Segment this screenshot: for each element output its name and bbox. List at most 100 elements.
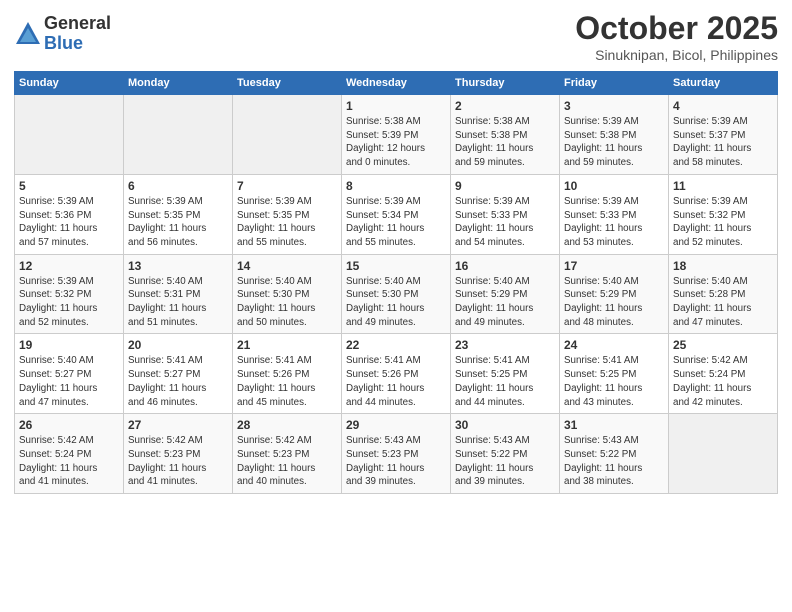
day-info: Sunrise: 5:38 AM Sunset: 5:39 PM Dayligh… xyxy=(346,115,446,170)
calendar-cell: 12 Sunrise: 5:39 AM Sunset: 5:32 PM Dayli… xyxy=(15,254,124,334)
calendar-cell: 15 Sunrise: 5:40 AM Sunset: 5:30 PM Dayli… xyxy=(342,254,451,334)
day-number: 24 xyxy=(564,338,664,352)
calendar-cell: 7 Sunrise: 5:39 AM Sunset: 5:35 PM Daylig… xyxy=(233,174,342,254)
day-info: Sunrise: 5:40 AM Sunset: 5:31 PM Dayligh… xyxy=(128,275,228,330)
calendar-cell xyxy=(124,95,233,175)
day-number: 17 xyxy=(564,259,664,273)
calendar-cell: 18 Sunrise: 5:40 AM Sunset: 5:28 PM Dayli… xyxy=(669,254,778,334)
day-number: 1 xyxy=(346,99,446,113)
day-info: Sunrise: 5:38 AM Sunset: 5:38 PM Dayligh… xyxy=(455,115,555,170)
calendar-week-2: 5Sunrise: 5:39 AM Sunset: 5:36 PM Daylig… xyxy=(15,174,778,254)
day-info: Sunrise: 5:39 AM Sunset: 5:35 PM Dayligh… xyxy=(237,195,337,250)
day-number: 31 xyxy=(564,418,664,432)
col-tuesday: Tuesday xyxy=(233,72,342,95)
calendar-cell: 20Sunrise: 5:41 AM Sunset: 5:27 PM Dayli… xyxy=(124,334,233,414)
calendar-cell: 14 Sunrise: 5:40 AM Sunset: 5:30 PM Dayli… xyxy=(233,254,342,334)
day-number: 29 xyxy=(346,418,446,432)
calendar-cell: 5Sunrise: 5:39 AM Sunset: 5:36 PM Daylig… xyxy=(15,174,124,254)
calendar-cell: 9 Sunrise: 5:39 AM Sunset: 5:33 PM Daylig… xyxy=(451,174,560,254)
calendar-cell: 10 Sunrise: 5:39 AM Sunset: 5:33 PM Dayli… xyxy=(560,174,669,254)
day-info: Sunrise: 5:40 AM Sunset: 5:28 PM Dayligh… xyxy=(673,275,773,330)
calendar-cell: 17 Sunrise: 5:40 AM Sunset: 5:29 PM Dayli… xyxy=(560,254,669,334)
logo-general-text: General xyxy=(44,14,111,34)
day-number: 3 xyxy=(564,99,664,113)
calendar-week-5: 26Sunrise: 5:42 AM Sunset: 5:24 PM Dayli… xyxy=(15,414,778,494)
day-number: 25 xyxy=(673,338,773,352)
calendar-cell: 4 Sunrise: 5:39 AM Sunset: 5:37 PM Daylig… xyxy=(669,95,778,175)
calendar-cell xyxy=(669,414,778,494)
day-number: 21 xyxy=(237,338,337,352)
col-wednesday: Wednesday xyxy=(342,72,451,95)
page-container: General Blue October 2025 Sinuknipan, Bi… xyxy=(0,0,792,504)
day-info: Sunrise: 5:42 AM Sunset: 5:24 PM Dayligh… xyxy=(673,354,773,409)
logo: General Blue xyxy=(14,14,111,54)
day-info: Sunrise: 5:42 AM Sunset: 5:23 PM Dayligh… xyxy=(237,434,337,489)
calendar-body: 1 Sunrise: 5:38 AM Sunset: 5:39 PM Daylig… xyxy=(15,95,778,494)
calendar-week-3: 12 Sunrise: 5:39 AM Sunset: 5:32 PM Dayli… xyxy=(15,254,778,334)
day-number: 12 xyxy=(19,259,119,273)
day-info: Sunrise: 5:41 AM Sunset: 5:26 PM Dayligh… xyxy=(346,354,446,409)
day-number: 23 xyxy=(455,338,555,352)
calendar-cell: 22 Sunrise: 5:41 AM Sunset: 5:26 PM Dayli… xyxy=(342,334,451,414)
col-thursday: Thursday xyxy=(451,72,560,95)
calendar-cell: 25 Sunrise: 5:42 AM Sunset: 5:24 PM Dayli… xyxy=(669,334,778,414)
logo-blue-text: Blue xyxy=(44,34,111,54)
calendar-cell: 31 Sunrise: 5:43 AM Sunset: 5:22 PM Dayli… xyxy=(560,414,669,494)
day-number: 7 xyxy=(237,179,337,193)
day-info: Sunrise: 5:40 AM Sunset: 5:29 PM Dayligh… xyxy=(564,275,664,330)
calendar-cell: 26Sunrise: 5:42 AM Sunset: 5:24 PM Dayli… xyxy=(15,414,124,494)
calendar-cell: 24 Sunrise: 5:41 AM Sunset: 5:25 PM Dayli… xyxy=(560,334,669,414)
day-info: Sunrise: 5:39 AM Sunset: 5:33 PM Dayligh… xyxy=(455,195,555,250)
day-number: 28 xyxy=(237,418,337,432)
calendar-table: Sunday Monday Tuesday Wednesday Thursday… xyxy=(14,71,778,494)
calendar-cell: 3 Sunrise: 5:39 AM Sunset: 5:38 PM Daylig… xyxy=(560,95,669,175)
day-number: 6 xyxy=(128,179,228,193)
day-info: Sunrise: 5:39 AM Sunset: 5:33 PM Dayligh… xyxy=(564,195,664,250)
day-info: Sunrise: 5:40 AM Sunset: 5:30 PM Dayligh… xyxy=(346,275,446,330)
month-title: October 2025 xyxy=(575,10,778,47)
calendar-cell: 2Sunrise: 5:38 AM Sunset: 5:38 PM Daylig… xyxy=(451,95,560,175)
day-number: 16 xyxy=(455,259,555,273)
day-number: 5 xyxy=(19,179,119,193)
day-number: 19 xyxy=(19,338,119,352)
calendar-cell: 30Sunrise: 5:43 AM Sunset: 5:22 PM Dayli… xyxy=(451,414,560,494)
day-info: Sunrise: 5:41 AM Sunset: 5:25 PM Dayligh… xyxy=(564,354,664,409)
day-number: 22 xyxy=(346,338,446,352)
day-info: Sunrise: 5:40 AM Sunset: 5:30 PM Dayligh… xyxy=(237,275,337,330)
day-info: Sunrise: 5:41 AM Sunset: 5:27 PM Dayligh… xyxy=(128,354,228,409)
calendar-cell: 23 Sunrise: 5:41 AM Sunset: 5:25 PM Dayli… xyxy=(451,334,560,414)
day-number: 15 xyxy=(346,259,446,273)
location-text: Sinuknipan, Bicol, Philippines xyxy=(575,47,778,63)
day-number: 9 xyxy=(455,179,555,193)
calendar-header: Sunday Monday Tuesday Wednesday Thursday… xyxy=(15,72,778,95)
logo-icon xyxy=(14,20,42,48)
calendar-cell: 21Sunrise: 5:41 AM Sunset: 5:26 PM Dayli… xyxy=(233,334,342,414)
col-monday: Monday xyxy=(124,72,233,95)
day-number: 14 xyxy=(237,259,337,273)
day-info: Sunrise: 5:39 AM Sunset: 5:35 PM Dayligh… xyxy=(128,195,228,250)
day-info: Sunrise: 5:42 AM Sunset: 5:24 PM Dayligh… xyxy=(19,434,119,489)
day-info: Sunrise: 5:41 AM Sunset: 5:25 PM Dayligh… xyxy=(455,354,555,409)
day-number: 4 xyxy=(673,99,773,113)
day-info: Sunrise: 5:39 AM Sunset: 5:38 PM Dayligh… xyxy=(564,115,664,170)
col-sunday: Sunday xyxy=(15,72,124,95)
calendar-cell: 11Sunrise: 5:39 AM Sunset: 5:32 PM Dayli… xyxy=(669,174,778,254)
calendar-cell: 13 Sunrise: 5:40 AM Sunset: 5:31 PM Dayli… xyxy=(124,254,233,334)
header-row: Sunday Monday Tuesday Wednesday Thursday… xyxy=(15,72,778,95)
calendar-cell xyxy=(15,95,124,175)
calendar-cell xyxy=(233,95,342,175)
day-info: Sunrise: 5:40 AM Sunset: 5:29 PM Dayligh… xyxy=(455,275,555,330)
day-number: 18 xyxy=(673,259,773,273)
calendar-week-4: 19 Sunrise: 5:40 AM Sunset: 5:27 PM Dayli… xyxy=(15,334,778,414)
calendar-cell: 29Sunrise: 5:43 AM Sunset: 5:23 PM Dayli… xyxy=(342,414,451,494)
day-number: 30 xyxy=(455,418,555,432)
calendar-cell: 27Sunrise: 5:42 AM Sunset: 5:23 PM Dayli… xyxy=(124,414,233,494)
day-info: Sunrise: 5:43 AM Sunset: 5:22 PM Dayligh… xyxy=(564,434,664,489)
day-info: Sunrise: 5:39 AM Sunset: 5:37 PM Dayligh… xyxy=(673,115,773,170)
day-info: Sunrise: 5:39 AM Sunset: 5:32 PM Dayligh… xyxy=(19,275,119,330)
day-info: Sunrise: 5:40 AM Sunset: 5:27 PM Dayligh… xyxy=(19,354,119,409)
calendar-cell: 1 Sunrise: 5:38 AM Sunset: 5:39 PM Daylig… xyxy=(342,95,451,175)
day-number: 27 xyxy=(128,418,228,432)
day-number: 10 xyxy=(564,179,664,193)
day-number: 13 xyxy=(128,259,228,273)
